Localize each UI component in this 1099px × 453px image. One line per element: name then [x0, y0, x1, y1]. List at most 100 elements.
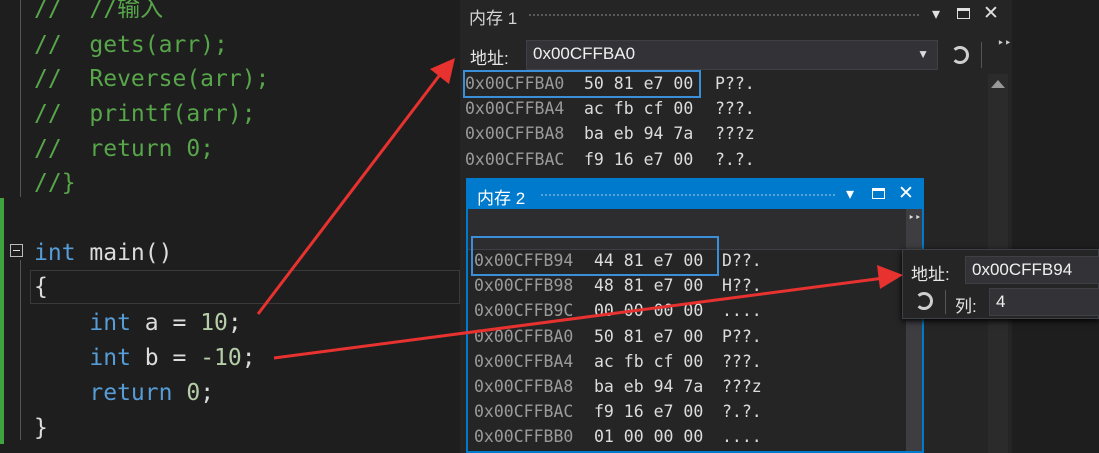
memory-bytes-cell: 44 81 e7 00 [594, 250, 703, 272]
scroll-up-icon[interactable] [991, 80, 1005, 88]
code-token: int [34, 240, 76, 266]
close-icon[interactable]: ✕ [983, 2, 999, 24]
memory-ascii-cell: ???. [715, 98, 755, 120]
memory1-titlebar[interactable]: 内存 1 ▾ ✕ [460, 0, 1012, 30]
memory2-title: 内存 2 [477, 189, 526, 208]
change-bar [0, 198, 4, 444]
memory-window-2[interactable]: 内存 2 ▾ ✕ ‣‣ 0x00CFFB94 44 81 e7 00 D??. 0x0… [466, 178, 924, 453]
memory-bytes: 50 81 e7 00 [594, 326, 704, 346]
memory-bytes-cell: ac fb cf 00 [584, 98, 693, 120]
memory-ascii: P??. [715, 74, 755, 93]
close-icon[interactable]: ✕ [898, 182, 914, 204]
memory-bytes: 00 00 00 00 [594, 301, 704, 321]
memory-bytes-cell: 50 81 e7 00 [584, 73, 693, 95]
memory-ascii-cell: ???. [722, 351, 762, 373]
code-token: ; [227, 310, 242, 336]
memory1-title: 内存 1 [469, 9, 518, 28]
memory-bytes-cell: ba eb 94 7a [594, 376, 703, 398]
code-token: } [34, 415, 48, 441]
code-line: { [34, 272, 48, 302]
code-token: int [34, 310, 131, 336]
maximize-icon[interactable] [957, 8, 970, 19]
drag-grip[interactable] [528, 13, 920, 18]
drag-grip[interactable] [540, 193, 836, 198]
overflow-icon[interactable]: ‣‣ [997, 36, 1011, 50]
collapse-icon[interactable] [10, 244, 23, 257]
code-token: main() [75, 240, 173, 266]
memory-bytes-cell: f9 16 e7 00 [584, 149, 693, 171]
memory-ascii-cell: ?.?. [715, 149, 755, 171]
memory-ascii: ???. [715, 99, 755, 119]
memory-address: 0x00CFFBB0 [474, 427, 574, 447]
overflow-icon[interactable]: ‣‣ [908, 211, 921, 224]
memory-bytes: 48 81 e7 00 [594, 276, 704, 296]
memory-ascii: .... [722, 301, 762, 321]
address-label: 地址: [470, 49, 509, 68]
memory-address: 0x00CFFBAC [474, 402, 574, 422]
code-line: } [34, 413, 48, 443]
comment-text: //} [34, 170, 76, 196]
memory-bytes: 50 81 e7 00 [584, 74, 694, 93]
comment-text: // return 0; [34, 136, 215, 162]
memory-address: 0x00CFFBA0 [465, 74, 565, 93]
memory-address-cell: 0x00CFFBB0 [474, 426, 573, 448]
memory-ascii: H??. [722, 276, 762, 296]
memory-address-cell: 0x00CFFBA8 [474, 376, 573, 398]
memory-address-cell: 0x00CFFBA0 [474, 326, 573, 348]
memory-ascii: ???z [715, 124, 755, 144]
memory-ascii-cell: ???z [722, 376, 762, 398]
memory-address-cell: 0x00CFFBAC [465, 149, 564, 171]
memory-ascii: ?.?. [715, 149, 755, 169]
code-line: int a = 10; [34, 308, 242, 338]
separator [981, 42, 982, 68]
memory-address-cell: 0x00CFFBA4 [474, 351, 573, 373]
dropdown-arrow-icon[interactable]: ▾ [846, 184, 854, 203]
address-value: 0x00CFFBA0 [533, 44, 636, 63]
code-editor[interactable]: // //输入 // gets(arr); // Reverse(arr); // p… [0, 0, 460, 453]
code-token: a = [130, 310, 201, 336]
code-token: b = [130, 345, 201, 371]
memory-ascii: ?.?. [722, 402, 762, 422]
popup-address-value: 0x00CFFB94 [972, 260, 1073, 279]
memory-address: 0x00CFFBAC [465, 149, 565, 169]
comment-text: // //输入 [34, 0, 164, 22]
code-line: // //输入 [34, 0, 163, 24]
memory-address-cell: 0x00CFFBAC [474, 401, 573, 423]
memory-bytes-cell: ba eb 94 7a [584, 123, 693, 145]
memory-bytes-cell: ac fb cf 00 [594, 351, 703, 373]
dropdown-arrow-icon[interactable]: ▾ [932, 4, 940, 23]
address-input[interactable]: 0x00CFFBA0 ▼ [526, 40, 938, 70]
code-line: int main() [34, 238, 172, 268]
current-line-highlight [30, 270, 460, 304]
popup-address-input[interactable]: 0x00CFFB94 [965, 256, 1099, 284]
chevron-down-icon[interactable]: ▼ [917, 41, 929, 67]
refresh-icon[interactable] [915, 292, 933, 310]
code-token: 0 [186, 380, 201, 406]
separator [945, 290, 946, 314]
memory-address: 0x00CFFB9C [474, 301, 574, 321]
maximize-icon[interactable] [872, 188, 885, 199]
memory-bytes: 44 81 e7 00 [594, 251, 704, 270]
code-line: // Reverse(arr); [34, 64, 269, 94]
columns-input[interactable]: 4 [989, 288, 1099, 316]
memory-address: 0x00CFFBA8 [465, 124, 565, 144]
memory-address: 0x00CFFBA4 [465, 99, 565, 119]
vertical-scrollbar[interactable]: ‣‣ [906, 209, 922, 451]
code-line: int b = -10; [34, 343, 256, 373]
memory-bytes-cell: 00 00 00 00 [594, 300, 703, 322]
memory-ascii: ???z [722, 377, 762, 396]
memory2-titlebar[interactable]: 内存 2 ▾ ✕ [468, 180, 922, 209]
memory-ascii: D??. [722, 251, 762, 270]
memory-bytes: f9 16 e7 00 [594, 402, 704, 422]
code-token: ; [241, 345, 256, 371]
refresh-icon[interactable] [951, 46, 969, 64]
code-token: 10 [200, 310, 228, 336]
memory-bytes: ba eb 94 7a [584, 124, 694, 144]
memory-bytes-cell: 01 00 00 00 [594, 426, 703, 448]
memory-address: 0x00CFFBA4 [474, 351, 574, 371]
memory-bytes-cell: f9 16 e7 00 [594, 401, 703, 423]
code-line: // return 0; [34, 134, 214, 164]
memory-ascii-cell: ?.?. [722, 401, 762, 423]
memory2-toolbar-popup[interactable]: 地址: 0x00CFFB94 列: 4 [902, 249, 1099, 319]
